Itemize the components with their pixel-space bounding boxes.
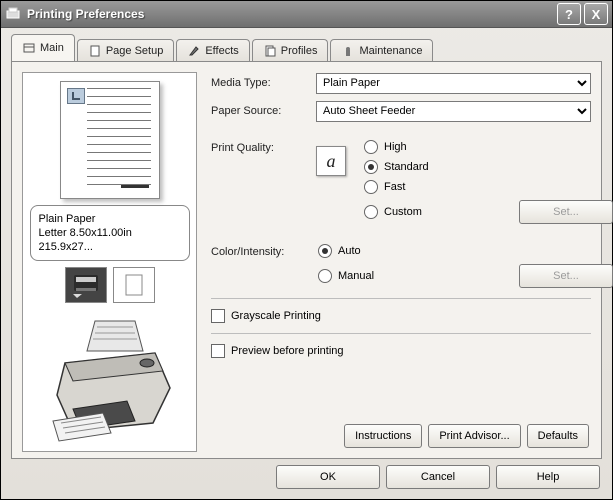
- color-intensity-label: Color/Intensity:: [211, 244, 316, 258]
- print-quality-label: Print Quality:: [211, 140, 316, 154]
- dog-ear-icon: [67, 88, 85, 104]
- close-button[interactable]: X: [584, 3, 608, 25]
- radio-icon: [364, 180, 378, 194]
- radio-icon: [364, 205, 378, 219]
- radio-icon: [318, 244, 332, 258]
- effects-tab-icon: [187, 44, 201, 58]
- radio-label: Custom: [384, 206, 422, 218]
- printer-illustration: [35, 313, 185, 443]
- quality-standard-radio[interactable]: Standard: [364, 160, 591, 174]
- radio-label: High: [384, 141, 407, 153]
- radio-icon: [364, 160, 378, 174]
- printing-preferences-window: Printing Preferences ? X Main Page Setup…: [0, 0, 613, 500]
- media-info-bubble: Plain Paper Letter 8.50x11.00in 215.9x27…: [30, 205, 190, 261]
- panel-button-row: Instructions Print Advisor... Defaults: [344, 424, 589, 448]
- tab-maintenance[interactable]: Maintenance: [330, 39, 433, 62]
- app-icon: [5, 6, 21, 22]
- radio-icon: [364, 140, 378, 154]
- media-size: Letter 8.50x11.00in 215.9x27...: [39, 226, 181, 254]
- checkbox-icon: [211, 344, 225, 358]
- main-tab-icon: [22, 41, 36, 55]
- orientation-row: [65, 267, 155, 303]
- page-setup-tab-icon: [88, 44, 102, 58]
- print-quality-section: Print Quality: a High Sta: [211, 140, 591, 224]
- grayscale-checkbox[interactable]: Grayscale Printing: [211, 309, 591, 323]
- titlebar: Printing Preferences ? X: [1, 1, 612, 28]
- preview-column: Plain Paper Letter 8.50x11.00in 215.9x27…: [22, 72, 197, 448]
- paper-source-label: Paper Source:: [211, 105, 316, 117]
- dialog-body: Main Page Setup Effects Profiles Mainten…: [1, 27, 612, 499]
- quality-set-button[interactable]: Set...: [519, 200, 613, 224]
- tab-label: Effects: [205, 45, 238, 57]
- media-type-label: Media Type:: [211, 77, 316, 89]
- media-type-select[interactable]: Plain Paper: [316, 73, 591, 94]
- orientation-portrait-button[interactable]: [65, 267, 107, 303]
- tab-label: Profiles: [281, 45, 318, 57]
- radio-label: Fast: [384, 181, 405, 193]
- radio-label: Standard: [384, 161, 429, 173]
- print-quality-icon: a: [316, 146, 346, 176]
- tab-profiles[interactable]: Profiles: [252, 39, 329, 62]
- tab-page-setup[interactable]: Page Setup: [77, 39, 175, 62]
- main-tab-panel: Plain Paper Letter 8.50x11.00in 215.9x27…: [11, 61, 602, 459]
- paper-source-row: Paper Source: Auto Sheet Feeder: [211, 100, 591, 122]
- tab-main[interactable]: Main: [11, 34, 75, 61]
- preview-before-checkbox[interactable]: Preview before printing: [211, 344, 591, 358]
- quality-fast-radio[interactable]: Fast: [364, 180, 591, 194]
- radio-icon: [318, 269, 332, 283]
- profiles-tab-icon: [263, 44, 277, 58]
- tab-label: Page Setup: [106, 45, 164, 57]
- checkbox-label: Grayscale Printing: [231, 310, 321, 322]
- preview-text-lines: [87, 88, 151, 192]
- checkbox-label: Preview before printing: [231, 345, 344, 357]
- radio-label: Manual: [338, 270, 374, 282]
- media-type-row: Media Type: Plain Paper: [211, 72, 591, 94]
- quality-custom-radio[interactable]: Custom: [364, 205, 422, 219]
- radio-label: Auto: [338, 245, 361, 257]
- tab-label: Maintenance: [359, 45, 422, 57]
- color-auto-radio[interactable]: Auto: [318, 244, 591, 258]
- divider: [211, 298, 591, 299]
- maintenance-tab-icon: [341, 44, 355, 58]
- tab-strip: Main Page Setup Effects Profiles Mainten…: [11, 35, 602, 61]
- color-manual-radio[interactable]: Manual: [318, 269, 374, 283]
- instructions-button[interactable]: Instructions: [344, 424, 422, 448]
- tab-effects[interactable]: Effects: [176, 39, 249, 62]
- page-preview: [60, 81, 160, 199]
- dialog-button-row: OK Cancel Help: [276, 465, 600, 489]
- tab-label: Main: [40, 42, 64, 54]
- ok-button[interactable]: OK: [276, 465, 380, 489]
- color-set-button[interactable]: Set...: [519, 264, 613, 288]
- preview-footer-mark: [121, 185, 149, 188]
- color-intensity-section: Color/Intensity: Auto Manual: [211, 244, 591, 288]
- media-name: Plain Paper: [39, 212, 181, 226]
- defaults-button[interactable]: Defaults: [527, 424, 589, 448]
- cancel-button[interactable]: Cancel: [386, 465, 490, 489]
- paper-source-select[interactable]: Auto Sheet Feeder: [316, 101, 591, 122]
- help-button[interactable]: ?: [557, 3, 581, 25]
- divider: [211, 333, 591, 334]
- print-advisor-button[interactable]: Print Advisor...: [428, 424, 520, 448]
- window-title: Printing Preferences: [27, 7, 554, 21]
- orientation-landscape-button[interactable]: [113, 267, 155, 303]
- settings-column: Media Type: Plain Paper Paper Source: Au…: [211, 72, 591, 448]
- help-button-bottom[interactable]: Help: [496, 465, 600, 489]
- preview-frame: Plain Paper Letter 8.50x11.00in 215.9x27…: [22, 72, 197, 452]
- checkbox-icon: [211, 309, 225, 323]
- quality-high-radio[interactable]: High: [364, 140, 591, 154]
